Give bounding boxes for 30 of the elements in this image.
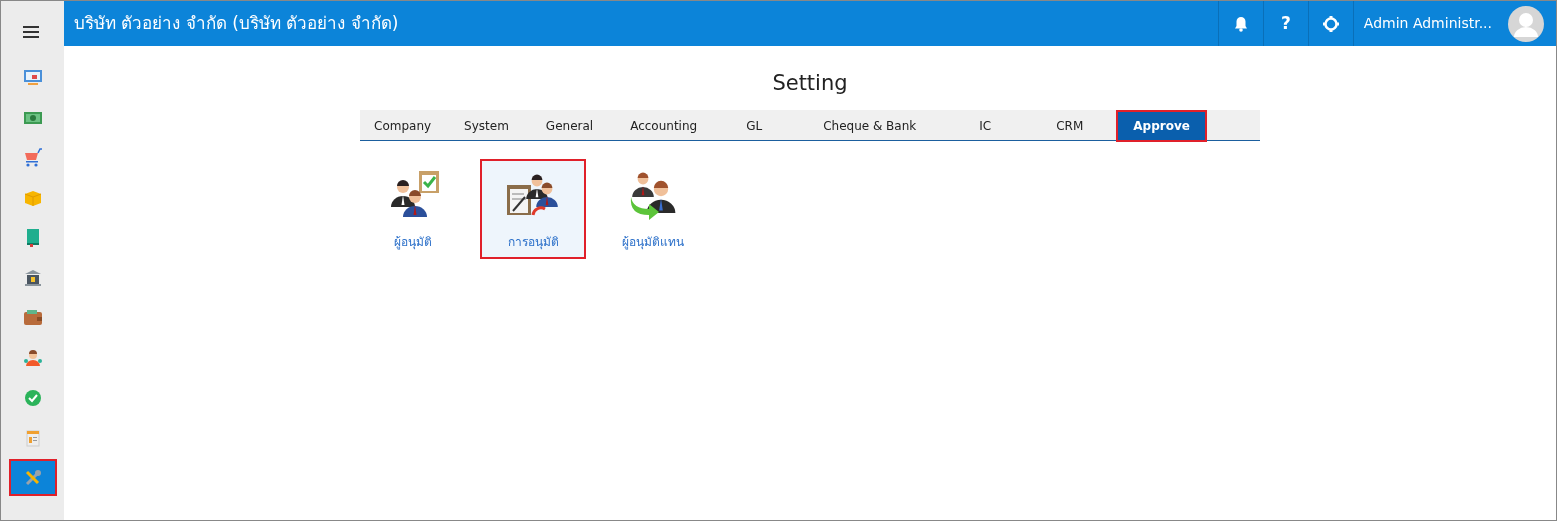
page-title: Setting: [771, 70, 849, 97]
tab[interactable]: CRM: [1024, 109, 1116, 142]
tab[interactable]: General: [527, 109, 612, 142]
bank-icon: [22, 267, 43, 288]
setting-tile[interactable]: ผู้อนุมัติแทน: [600, 158, 706, 259]
tab[interactable]: System: [446, 109, 527, 142]
tile-label: ผู้อนุมัติ: [394, 233, 432, 251]
tab[interactable]: Accounting: [612, 109, 716, 142]
bell-icon: [1233, 15, 1248, 32]
cart-icon: [22, 147, 43, 168]
wallet-icon: [22, 307, 43, 328]
tab[interactable]: Company: [360, 109, 446, 142]
setting-tile[interactable]: การอนุมัติ: [480, 158, 586, 259]
people-icon: [22, 347, 43, 368]
settings-icon: [1321, 14, 1340, 33]
tile-label: การอนุมัติ: [507, 233, 559, 251]
tile-label: ผู้อนุมัติแทน: [622, 233, 684, 251]
setting-tile[interactable]: ผู้อนุมัติ: [360, 158, 466, 259]
user-name[interactable]: Admin Administr...: [1363, 13, 1492, 34]
tab[interactable]: IC: [947, 109, 1024, 142]
tab[interactable]: Cheque & Bank: [793, 109, 947, 142]
company-name: บริษัท ตัวอย่าง จำกัด (บริษัท ตัวอย่าง จำกัด): [73, 11, 400, 35]
menu-icon: [22, 25, 39, 39]
help-button[interactable]: ?: [1262, 1, 1308, 46]
sidebar-item[interactable]: [8, 459, 57, 496]
check-icon: [22, 387, 43, 408]
monitor-icon: [22, 67, 43, 88]
tab[interactable]: Approve: [1116, 109, 1207, 142]
tab[interactable]: GL: [716, 109, 793, 142]
avatar-icon: [1508, 5, 1544, 42]
